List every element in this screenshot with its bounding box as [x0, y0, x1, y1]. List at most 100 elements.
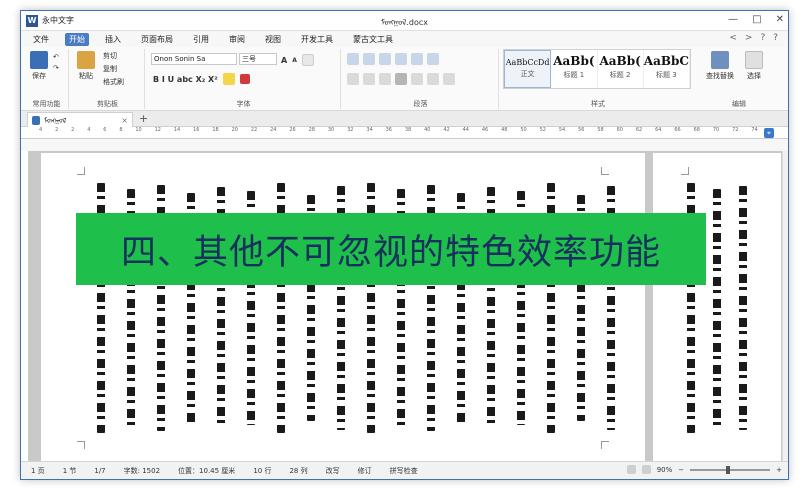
menu-home[interactable]: 开始 [65, 32, 89, 46]
font-size-select[interactable]: 三号 [239, 53, 277, 65]
margin-corner [77, 167, 85, 175]
tab-close-icon[interactable]: × [121, 116, 128, 125]
margin-corner [601, 167, 609, 175]
align-left-icon[interactable] [347, 73, 359, 85]
decrease-indent-icon[interactable] [395, 53, 407, 65]
page-2[interactable] [653, 153, 781, 463]
copy-button[interactable]: 复制 [103, 64, 117, 74]
ruler-tick: 14 [173, 127, 181, 133]
ruler-tick: 20 [231, 127, 238, 133]
select-button[interactable]: 选择 [743, 51, 765, 81]
menu-view[interactable]: 视图 [261, 33, 285, 46]
zoom-level: 90% [656, 465, 673, 474]
help-icon[interactable]: ? [760, 33, 765, 43]
zoom-slider[interactable] [690, 465, 771, 474]
multilevel-list-icon[interactable] [379, 53, 391, 65]
ruler-tick: 30 [327, 127, 335, 133]
view-print-icon[interactable] [626, 465, 636, 474]
ruler-tick: 66 [674, 127, 681, 133]
vertical-ruler [21, 151, 29, 463]
ruler-tick: 32 [347, 127, 354, 133]
ruler-tick: 48 [501, 127, 508, 133]
clear-format-icon[interactable] [301, 54, 314, 66]
highlight-icon[interactable] [222, 73, 235, 85]
save-button[interactable]: 保存 [29, 51, 49, 81]
menu-mongolian-tools[interactable]: 蒙古文工具 [349, 33, 397, 46]
zoom-out-icon[interactable]: − [678, 466, 684, 474]
ruler-tick: 2 [71, 127, 75, 133]
menu-review[interactable]: 审阅 [225, 33, 249, 46]
group-common: 保存 ↶ ↷ 常用功能 [25, 49, 69, 109]
ruler-tick: 28 [308, 127, 315, 133]
justify-icon[interactable] [395, 73, 407, 85]
group-clipboard: 粘贴 剪切 复制 格式刷 剪贴板 [71, 49, 145, 109]
forward-icon[interactable]: > [745, 33, 753, 43]
line-spacing-icon[interactable] [411, 73, 423, 85]
grow-font-button[interactable]: A [281, 56, 287, 65]
page-1[interactable] [41, 153, 645, 463]
minimize-button[interactable]: — [728, 14, 738, 25]
sort-icon[interactable] [427, 53, 439, 65]
menu-references[interactable]: 引用 [189, 33, 213, 46]
ruler-tick: 44 [462, 127, 469, 133]
format-painter-button[interactable]: 格式刷 [103, 77, 124, 87]
status-overtype[interactable]: 改写 [326, 466, 340, 476]
align-center-icon[interactable] [363, 73, 375, 85]
close-button[interactable]: ✕ [776, 14, 784, 25]
menu-page-layout[interactable]: 页面布局 [137, 33, 177, 46]
horizontal-ruler: 4 2 2 4 6 8 10 12 14 16 18 20 22 24 26 28 30 32 34 36 38 40 42… [21, 127, 788, 139]
ruler-tick: 70 [712, 127, 720, 133]
maximize-button[interactable]: □ [752, 14, 761, 25]
new-tab-button[interactable]: + [139, 112, 148, 125]
status-spellcheck[interactable]: 拼写检查 [390, 466, 418, 476]
ruler-tick: 22 [250, 127, 258, 133]
undo-icon[interactable]: ↶ [53, 53, 59, 61]
ruler-tick: 64 [655, 127, 662, 133]
menu-insert[interactable]: 插入 [101, 33, 125, 46]
paste-button[interactable]: 粘贴 [75, 51, 97, 81]
status-column: 28 列 [289, 466, 308, 475]
group-label-clipboard: 剪贴板 [97, 100, 118, 108]
bullets-icon[interactable] [347, 53, 359, 65]
cut-button[interactable]: 剪切 [103, 51, 117, 61]
status-revise[interactable]: 修订 [358, 466, 372, 476]
find-replace-icon [711, 51, 729, 69]
group-editing: 查找替换 选择 编辑 [699, 49, 779, 109]
font-format-row[interactable]: B I U abc X₂ X² [153, 75, 218, 84]
menu-file[interactable]: 文件 [29, 33, 53, 46]
ruler-tick: 10 [135, 127, 142, 133]
menu-developer[interactable]: 开发工具 [297, 33, 337, 46]
border-icon[interactable] [443, 73, 455, 85]
font-family-select[interactable]: Onon Sonin Sa [151, 53, 237, 65]
ruler-tick: 42 [443, 127, 450, 133]
ruler-tick: 18 [212, 127, 219, 133]
ruler-tick: 26 [289, 127, 296, 133]
align-right-icon[interactable] [379, 73, 391, 85]
font-color-icon[interactable] [239, 74, 250, 84]
group-label-paragraph: 段落 [413, 100, 428, 108]
zoom-slider-thumb[interactable] [726, 465, 731, 474]
ruler-tick: 58 [597, 127, 604, 133]
increase-indent-icon[interactable] [411, 53, 423, 65]
zoom-in-icon[interactable]: + [776, 466, 782, 474]
section-banner: 四、其他不可忽视的特色效率功能 [76, 213, 706, 285]
view-web-icon[interactable] [641, 465, 651, 474]
ruler-tick: 40 [424, 127, 431, 133]
shrink-font-button[interactable]: A [292, 57, 297, 64]
ruler-pin-icon[interactable]: ⌖ [764, 128, 774, 138]
redo-icon[interactable]: ↷ [53, 64, 59, 72]
status-words: 字数: 1502 [123, 466, 161, 475]
document-icon [32, 115, 40, 125]
ruler-tick: 52 [539, 127, 546, 133]
numbering-icon[interactable] [363, 53, 375, 65]
vertical-scrollbar[interactable] [782, 151, 788, 463]
group-styles: 样式 [501, 49, 695, 109]
document-tab[interactable]: ᠮᠣᠩᠭᠣᠯ × [27, 112, 133, 127]
document-tab-label: ᠮᠣᠩᠭᠣᠯ [44, 117, 67, 125]
document-tab-bar: ᠮᠣᠩᠭᠣᠯ × + [21, 111, 788, 127]
find-replace-button[interactable]: 查找替换 [703, 51, 737, 81]
shading-icon[interactable] [427, 73, 439, 85]
back-icon[interactable]: < [729, 33, 737, 43]
settings-icon[interactable]: ? [773, 33, 778, 43]
ruler-tick: 46 [481, 127, 489, 133]
